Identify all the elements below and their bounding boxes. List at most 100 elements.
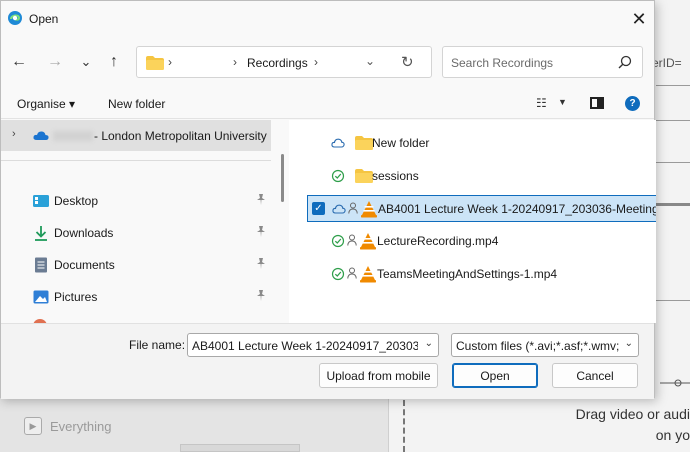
background-divider — [656, 120, 690, 121]
title-bar: Open ✕ — [1, 1, 654, 37]
pin-icon[interactable] — [256, 258, 266, 272]
file-name: AB4001 Lecture Week 1-20240917_203036-Me… — [378, 202, 656, 216]
dialog-footer: File name: AB4001 Lecture Week 1-2024091… — [1, 323, 654, 399]
sidebar-item-label: Downloads — [54, 226, 114, 240]
file-name-field[interactable]: AB4001 Lecture Week 1-20240917_203036-M … — [187, 333, 439, 357]
list-item[interactable]: LectureRecording.mp4 — [307, 228, 656, 255]
sidebar-item-label: Desktop — [54, 194, 99, 208]
file-type-select[interactable]: Custom files (*.avi;*.asf;*.wmv; ⌄ — [451, 333, 639, 357]
file-name: sessions — [372, 169, 419, 183]
upload-from-mobile-button[interactable]: Upload from mobile — [319, 363, 438, 388]
pin-icon[interactable] — [256, 290, 266, 304]
close-icon: ✕ — [631, 8, 647, 29]
shared-person-icon — [348, 202, 358, 214]
close-button[interactable]: ✕ — [624, 1, 654, 37]
chevron-down-icon: ⌄ — [80, 54, 92, 69]
onedrive-cloud-icon — [33, 131, 49, 140]
help-icon[interactable]: ? — [625, 96, 640, 111]
address-bar[interactable]: › › Recordings › ⌄ ↻ — [136, 46, 432, 78]
background-divider — [656, 203, 690, 206]
background-divider — [656, 85, 690, 86]
file-name: LectureRecording.mp4 — [377, 234, 499, 248]
forward-button[interactable]: → — [44, 51, 66, 73]
chevron-down-icon[interactable]: ⌄ — [425, 338, 433, 349]
dialog-title: Open — [29, 12, 59, 26]
new-folder-button[interactable]: New folder — [108, 97, 165, 111]
divider — [1, 160, 271, 161]
pictures-icon — [33, 290, 49, 304]
file-list: New folder sessions ✓ AB4001 Lecture Wee… — [289, 120, 656, 323]
drop-zone-text: Drag video or audi on yo — [410, 404, 690, 446]
vlc-cone-icon — [360, 233, 376, 250]
scrollbar-thumb[interactable] — [281, 154, 284, 202]
background-userid-text: erID= — [652, 56, 682, 70]
folder-icon — [146, 56, 164, 70]
up-arrow-icon: ↑ — [110, 53, 118, 70]
command-bar: Organise ▾ New folder ☷ ▼ ? — [1, 91, 654, 119]
everything-icon: ▶ — [24, 417, 42, 435]
view-options-icon[interactable]: ☷ — [536, 96, 547, 110]
open-dialog: Open ✕ ← → ⌄ ↑ › › Recordings › ⌄ ↻ Sear… — [0, 0, 656, 399]
organise-button[interactable]: Organise ▾ — [17, 97, 75, 111]
shared-person-icon — [347, 267, 357, 279]
address-dropdown-icon[interactable]: ⌄ — [365, 54, 375, 68]
file-type-value: Custom files (*.avi;*.asf;*.wmv; — [456, 339, 620, 353]
refresh-icon[interactable]: ↻ — [401, 53, 414, 71]
path-separator-icon[interactable]: › — [233, 55, 237, 69]
drop-zone-border — [403, 400, 405, 452]
sidebar-item-onedrive[interactable]: › - London Metropolitan University — [1, 120, 271, 151]
open-button[interactable]: Open — [452, 363, 538, 388]
forward-arrow-icon: → — [47, 53, 63, 70]
list-item[interactable]: TeamsMeetingAndSettings-1.mp4 — [307, 261, 656, 288]
file-name-value[interactable]: AB4001 Lecture Week 1-20240917_203036-M — [192, 339, 418, 353]
background-divider — [656, 162, 690, 163]
expand-chevron-icon[interactable]: › — [12, 128, 16, 140]
sidebar-item-label: - London Metropolitan University — [94, 129, 267, 143]
back-arrow-icon: ← — [11, 53, 27, 70]
path-separator-icon[interactable]: › — [314, 55, 318, 69]
shared-person-icon — [347, 234, 357, 246]
path-separator-icon[interactable]: › — [168, 55, 172, 69]
search-input[interactable]: Search Recordings — [442, 46, 643, 78]
background-divider — [656, 300, 690, 301]
pin-icon[interactable] — [256, 226, 266, 240]
synced-check-icon — [331, 169, 345, 183]
synced-check-icon — [331, 234, 345, 248]
cloud-status-icon — [332, 204, 346, 214]
recent-locations-button[interactable]: ⌄ — [75, 51, 97, 73]
list-item[interactable]: New folder — [307, 130, 656, 157]
search-placeholder: Search Recordings — [451, 56, 554, 70]
desktop-icon — [33, 195, 49, 207]
sidebar-item-pictures[interactable]: Pictures — [1, 283, 271, 311]
sidebar-item-label: Pictures — [54, 290, 98, 304]
breadcrumb-recordings[interactable]: Recordings — [247, 56, 308, 70]
chevron-down-icon: ⌄ — [624, 338, 633, 349]
redacted-account-name — [53, 131, 93, 141]
pin-icon[interactable] — [256, 194, 266, 208]
background-bar — [180, 444, 300, 452]
list-item[interactable]: sessions — [307, 163, 656, 190]
sidebar-item-desktop[interactable]: Desktop — [1, 187, 271, 215]
cancel-button[interactable]: Cancel — [552, 363, 638, 388]
sidebar-item-documents[interactable]: Documents — [1, 251, 271, 279]
drop-zone-line: on yo — [655, 427, 690, 443]
checkbox-checked-icon[interactable]: ✓ — [312, 202, 325, 215]
folder-icon — [355, 136, 373, 150]
view-dropdown-icon[interactable]: ▼ — [558, 97, 567, 107]
sidebar-item-downloads[interactable]: Downloads — [1, 219, 271, 247]
edge-icon — [8, 11, 22, 25]
vlc-cone-icon — [360, 266, 376, 283]
sidebar-item-label: Documents — [54, 258, 115, 272]
everything-label: Everything — [50, 418, 112, 434]
drop-zone-line: Drag video or audi — [575, 406, 690, 422]
synced-check-icon — [331, 267, 345, 281]
background-slider-icon — [660, 379, 690, 387]
up-button[interactable]: ↑ — [103, 51, 125, 73]
file-name: TeamsMeetingAndSettings-1.mp4 — [377, 267, 558, 281]
downloads-icon — [35, 226, 47, 241]
preview-pane-icon[interactable] — [590, 97, 604, 109]
search-icon — [618, 55, 632, 69]
list-item-selected[interactable]: ✓ AB4001 Lecture Week 1-20240917_203036-… — [307, 195, 656, 222]
back-button[interactable]: ← — [8, 51, 30, 73]
everything-item: ▶ Everything — [24, 417, 111, 435]
